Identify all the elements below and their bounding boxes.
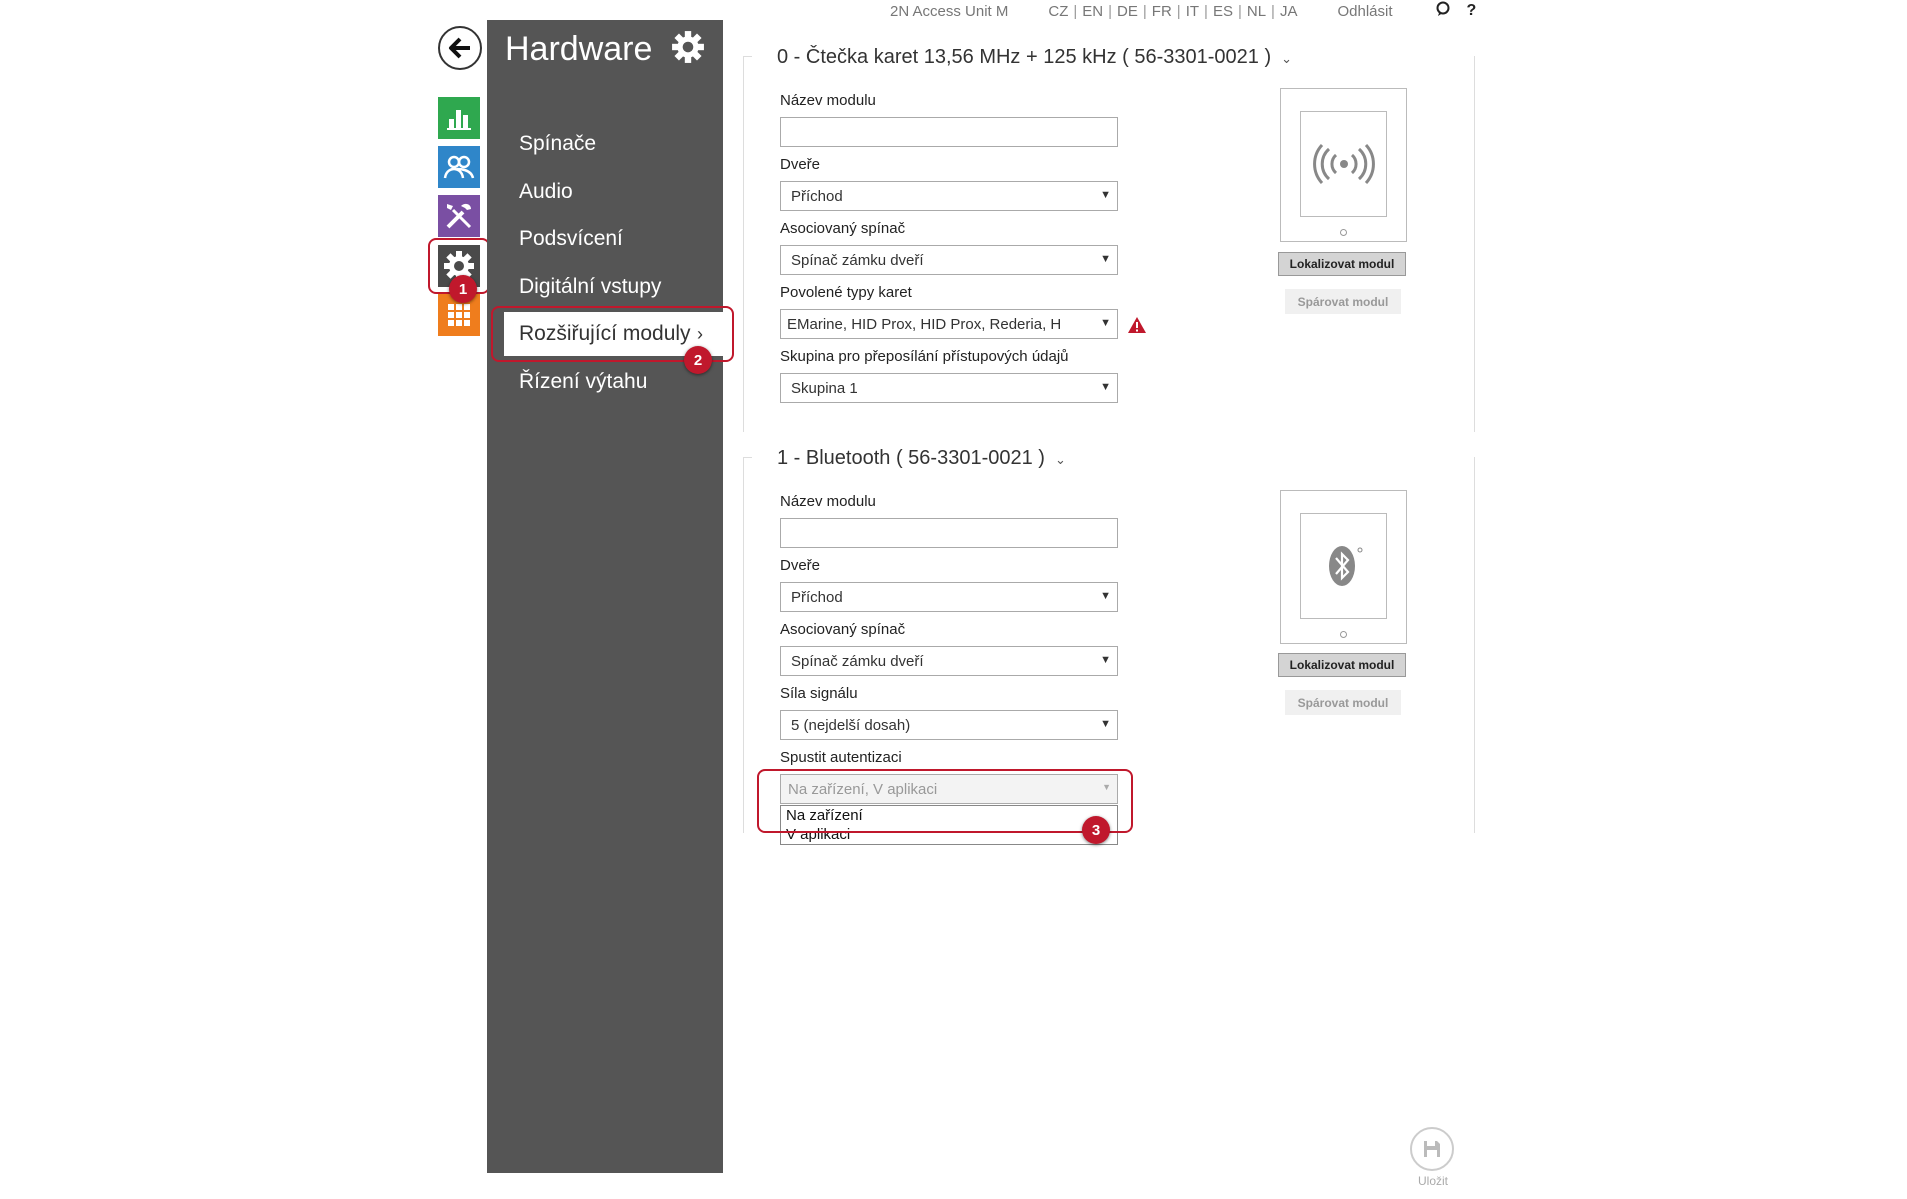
nav-item-switches[interactable]: Spínače [519,132,596,156]
module-1-locate-button[interactable]: Lokalizovat modul [1278,653,1406,677]
bar-chart-icon [447,110,471,130]
save-button[interactable] [1410,1127,1454,1171]
lang-ja[interactable]: JA [1280,3,1298,20]
device-name: 2N Access Unit M [890,2,1009,20]
module-0-group-select[interactable]: Skupina 1 ▼ [780,373,1118,403]
nav-item-digital-inputs[interactable]: Digitální vstupy [519,275,661,299]
users-icon [443,155,475,179]
annotation-badge-2: 2 [684,346,712,374]
module-0-door-label: Dveře [780,156,821,173]
lang-cz[interactable]: CZ [1048,3,1068,20]
rail-users[interactable] [438,146,480,188]
led-indicator [1340,229,1347,236]
chevron-down-icon: ▼ [1100,253,1111,265]
module-1-signal-label: Síla signálu [780,685,858,702]
led-indicator [1340,631,1347,638]
rail-services[interactable] [438,195,480,237]
lang-de[interactable]: DE [1117,3,1138,20]
module-1-auth-label: Spustit autentizaci [780,749,902,766]
language-switcher: CZ | EN | DE | FR | IT | ES | NL | JA [1048,2,1298,20]
nav-item-backlight[interactable]: Podsvícení [519,227,623,251]
nav-item-elevator-control[interactable]: Řízení výtahu [519,370,647,394]
chevron-down-icon: ⌄ [1054,452,1066,467]
module-0-title[interactable]: 0 - Čtečka karet 13,56 MHz + 125 kHz ( 5… [777,46,1292,69]
module-1-door-label: Dveře [780,557,821,574]
rail-status[interactable] [438,97,480,139]
feedback-icon[interactable] [1435,1,1451,22]
warning-icon [1127,316,1147,339]
hardware-nav-panel: Hardware Spínače Audio Podsvícení Digitá… [487,20,723,1173]
module-1-name-label: Název modulu [780,493,876,510]
lang-it[interactable]: IT [1186,3,1199,20]
nav-item-audio[interactable]: Audio [519,180,573,204]
chevron-down-icon: ⌄ [1281,51,1293,66]
module-0-switch-select[interactable]: Spínač zámku dveří ▼ [780,245,1118,275]
lang-en[interactable]: EN [1082,3,1103,20]
chevron-down-icon: ▼ [1100,381,1111,393]
module-0-image [1280,88,1407,242]
lang-es[interactable]: ES [1213,3,1233,20]
nav-gear-icon [671,30,705,69]
module-1-switch-select[interactable]: Spínač zámku dveří ▼ [780,646,1118,676]
module-1-title[interactable]: 1 - Bluetooth ( 56-3301-0021 ) ⌄ [777,447,1066,470]
top-bar: 2N Access Unit M CZ | EN | DE | FR | IT | ES |… [890,0,1492,22]
grid-icon [448,304,470,326]
chevron-down-icon: ▼ [1100,654,1111,666]
highlight-auth-dropdown [757,769,1133,833]
module-0-card-types-select[interactable]: EMarine, HID Prox, HID Prox, Rederia, H ▼ [780,309,1118,339]
annotation-badge-3: 3 [1082,816,1110,844]
module-0-name-label: Název modulu [780,92,876,109]
module-1-pair-button[interactable]: Spárovat modul [1285,690,1401,715]
rfid-icon [1312,144,1375,184]
module-0-locate-button[interactable]: Lokalizovat modul [1278,252,1406,276]
lang-nl[interactable]: NL [1247,3,1266,20]
module-1-image [1280,490,1407,644]
lang-fr[interactable]: FR [1152,3,1172,20]
nav-title: Hardware [505,30,653,68]
module-0-pair-button[interactable]: Spárovat modul [1285,289,1401,314]
module-1-switch-label: Asociovaný spínač [780,621,906,638]
floppy-disk-icon [1424,1141,1440,1157]
arrow-left-icon [449,37,470,59]
save-label: Uložit [1418,1174,1449,1188]
module-0-switch-label: Asociovaný spínač [780,220,906,237]
module-0-group-label: Skupina pro přeposílání přístupových úda… [780,348,1069,365]
module-0-door-select[interactable]: Příchod ▼ [780,181,1118,211]
module-1-door-select[interactable]: Příchod ▼ [780,582,1118,612]
bluetooth-icon [1328,546,1362,586]
chevron-down-icon: ▼ [1100,317,1111,329]
annotation-badge-1: 1 [449,275,477,303]
chevron-down-icon: ▼ [1100,718,1111,730]
tools-icon [446,203,472,229]
logout-link[interactable]: Odhlásit [1337,3,1392,20]
module-1-signal-select[interactable]: 5 (nejdelší dosah) ▼ [780,710,1118,740]
module-1-name-input[interactable] [780,518,1118,548]
chevron-down-icon: ▼ [1100,189,1111,201]
back-button[interactable] [438,26,482,70]
module-0-card-types-label: Povolené typy karet [780,284,912,301]
chevron-down-icon: ▼ [1100,590,1111,602]
help-icon[interactable]: ? [1467,2,1477,20]
module-0-name-input[interactable] [780,117,1118,147]
